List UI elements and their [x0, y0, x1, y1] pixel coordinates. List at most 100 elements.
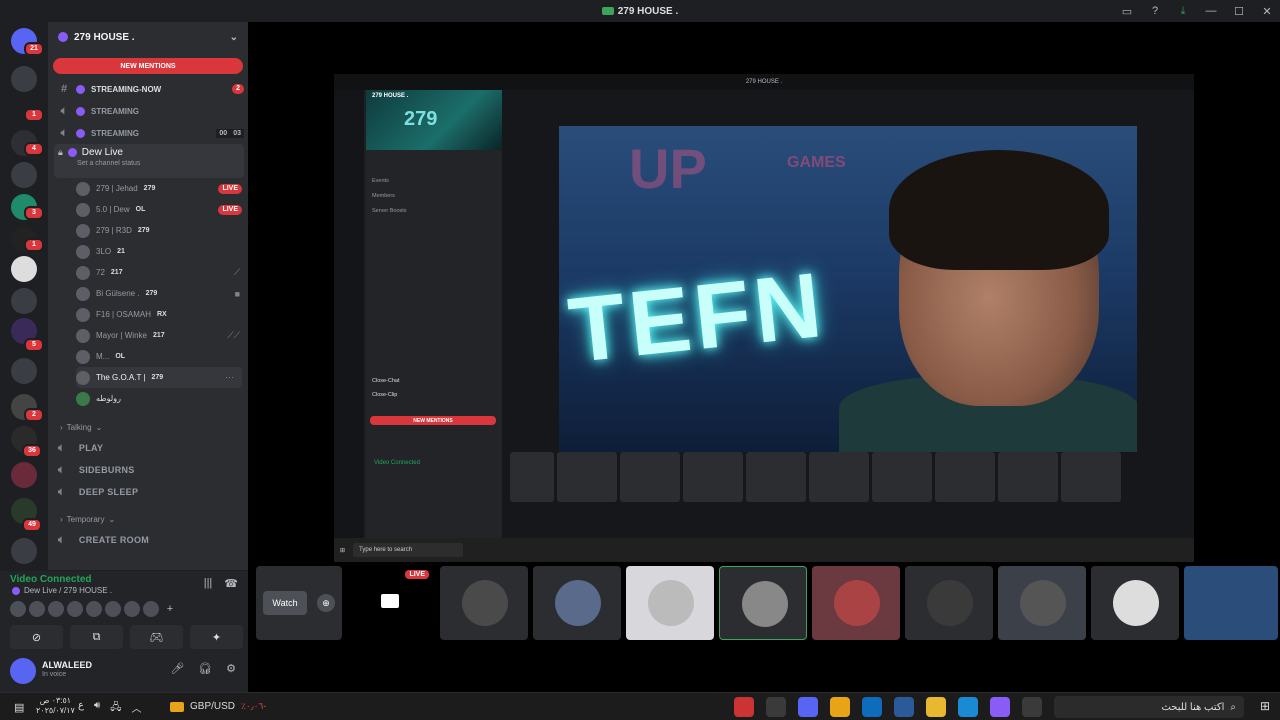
participant-tile[interactable]	[1091, 566, 1179, 640]
title-bar: 279 HOUSE . ▭ ? ⤓ — ☐ ✕	[0, 0, 1280, 22]
channel-status[interactable]: Set a channel status	[77, 160, 240, 167]
voice-member[interactable]: F16 | OSAMAH RX	[76, 304, 248, 325]
new-mentions-banner[interactable]: NEW MENTIONS	[53, 58, 243, 74]
download-icon[interactable]: ⤓	[1176, 4, 1190, 18]
window-controls: ▭ ? ⤓ — ☐ ✕	[1120, 0, 1274, 22]
chrome-icon[interactable]	[830, 697, 850, 717]
voice-location[interactable]: Dew Live / 279 HOUSE .	[12, 586, 112, 595]
channel-streaming[interactable]: 🔈︎ STREAMING	[54, 100, 244, 122]
watch-tile: Watch ⊕	[256, 566, 342, 640]
avatar	[1113, 580, 1159, 626]
server-icon[interactable]	[11, 358, 37, 384]
voice-channel-create-room[interactable]: 🔈︎ CREATE ROOM	[58, 529, 248, 551]
voice-channel-play[interactable]: 🔈︎ PLAY	[58, 437, 248, 459]
voice-member[interactable]: 3LO 21	[76, 241, 248, 262]
server-icon[interactable]	[11, 288, 37, 314]
chevron-right-icon: ›	[60, 422, 63, 432]
store-icon[interactable]	[894, 697, 914, 717]
shared-tile	[809, 452, 869, 502]
shared-tile	[998, 452, 1058, 502]
active-voice-channel[interactable]: 🔒︎ Dew Live Set a channel status	[54, 144, 244, 178]
participant-tile[interactable]	[812, 566, 900, 640]
close-button[interactable]: ✕	[1260, 4, 1274, 18]
inbox-icon[interactable]: ▭	[1120, 4, 1134, 18]
zoom-icon[interactable]: ⊕	[317, 594, 335, 612]
more-options-icon[interactable]: ⋯	[225, 372, 234, 383]
gear-icon[interactable]: ⚙︎	[226, 662, 236, 675]
server-icon[interactable]	[11, 66, 37, 92]
app-icon[interactable]	[734, 697, 754, 717]
stream-tile[interactable]: LIVE	[347, 566, 435, 640]
voice-channel-sideburns[interactable]: 🔈︎ SIDEBURNS	[58, 459, 248, 481]
server-icon[interactable]	[11, 462, 37, 488]
activities-button[interactable]: 🎮︎	[130, 625, 183, 649]
screen-share-view[interactable]: 279 HOUSE . 279 HOUSE . 279 Events Membe…	[334, 74, 1194, 562]
participant-tile[interactable]	[533, 566, 621, 640]
user-controls: 🎤︎ 🎧︎ ⚙︎	[170, 662, 236, 675]
copilot-icon[interactable]	[990, 697, 1010, 717]
avatar	[48, 601, 64, 617]
edge-icon[interactable]	[958, 697, 978, 717]
currency-widget[interactable]: GBP/USD ٪٠٫٠٦-	[170, 701, 266, 712]
noise-suppression-icon[interactable]: |||	[204, 577, 213, 590]
voice-member[interactable]: M... OL	[76, 346, 248, 367]
voice-member[interactable]: Mayor | Winke 217 ⟋⟋	[76, 325, 248, 346]
network-icon[interactable]: 🖧︎	[110, 700, 121, 717]
chevron-down-icon[interactable]: ⌄	[230, 32, 238, 43]
taskbar-search[interactable]: اكتب هنا للبحث ⌕	[1054, 696, 1244, 718]
headphones-icon[interactable]: 🎧︎	[198, 662, 212, 675]
disconnect-icon[interactable]: ☎︎	[224, 577, 238, 590]
soundboard-button[interactable]: ✦	[190, 625, 243, 649]
voice-member[interactable]: 279 | Jehad 279 LIVE	[76, 178, 248, 199]
explorer-icon[interactable]	[926, 697, 946, 717]
category-temporary[interactable]: › Temporary ⌄	[60, 509, 248, 529]
participant-tile[interactable]	[440, 566, 528, 640]
voice-status[interactable]: Video Connected	[10, 574, 92, 585]
windows-start-icon[interactable]: ⊞	[1260, 699, 1270, 713]
voice-member[interactable]: Bi Gülsene . 279 ■	[76, 283, 248, 304]
shared-tile	[683, 452, 743, 502]
channel-streaming[interactable]: 🔈︎ STREAMING 00 03	[54, 122, 244, 144]
microphone-icon[interactable]: 🎤︎	[170, 662, 184, 675]
volume-icon[interactable]: 🔊︎	[94, 700, 100, 717]
shared-discord-sidebar: 279 HOUSE . 279 Events Members Server Bo…	[334, 90, 502, 538]
participant-tile[interactable]	[998, 566, 1086, 640]
channel-streaming-now[interactable]: # STREAMING-NOW 2	[54, 78, 244, 100]
voice-member[interactable]: 72 217 ⟋	[76, 262, 248, 283]
webcam-video: UP GAMES TEFN	[559, 126, 1137, 452]
category-talking[interactable]: › Talking ⌄	[60, 417, 248, 437]
watch-button[interactable]: Watch	[263, 591, 307, 615]
webcam-tile[interactable]	[1184, 566, 1278, 640]
discord-icon[interactable]	[798, 697, 818, 717]
camera-off-button[interactable]: ⊘	[10, 625, 63, 649]
participant-tile[interactable]	[626, 566, 714, 640]
channel-emoji-icon	[76, 106, 85, 116]
voice-member[interactable]: رولوطه	[76, 388, 248, 409]
stage: 279 HOUSE . 279 HOUSE . 279 Events Membe…	[248, 22, 1280, 692]
outlook-icon[interactable]	[862, 697, 882, 717]
add-icon[interactable]: +	[162, 601, 178, 617]
participant-tile[interactable]	[905, 566, 993, 640]
maximize-button[interactable]: ☐	[1232, 4, 1246, 18]
avatar	[648, 580, 694, 626]
server-icon[interactable]	[11, 538, 37, 564]
screen-share-button[interactable]: ⧉	[70, 625, 123, 649]
voice-member[interactable]: 5.0 | Dew OL LIVE	[76, 199, 248, 220]
voice-member[interactable]: 279 | R3D 279	[76, 220, 248, 241]
server-icon[interactable]	[11, 256, 37, 282]
server-header[interactable]: 279 HOUSE . ⌄	[48, 22, 248, 52]
chevron-up-icon[interactable]: ︿	[131, 700, 141, 717]
clock[interactable]: ٠٣:٥١ ص ٢٠٢٥/٠٧/١٧	[36, 696, 75, 716]
notifications-icon[interactable]: ▤	[14, 701, 24, 714]
server-icon[interactable]	[11, 162, 37, 188]
voice-member[interactable]: The G.O.A.T | 279 ⋯	[76, 367, 242, 388]
minimize-button[interactable]: —	[1204, 4, 1218, 18]
language-icon[interactable]: ع	[78, 700, 84, 717]
avatar[interactable]	[10, 658, 36, 684]
help-icon[interactable]: ?	[1148, 4, 1162, 18]
participant-tile[interactable]	[719, 566, 807, 640]
voice-channel-deep-sleep[interactable]: 🔈︎ DEEP SLEEP	[58, 481, 248, 503]
username[interactable]: ALWALEED	[42, 660, 92, 670]
app-icon[interactable]	[766, 697, 786, 717]
task-view-icon[interactable]	[1022, 697, 1042, 717]
